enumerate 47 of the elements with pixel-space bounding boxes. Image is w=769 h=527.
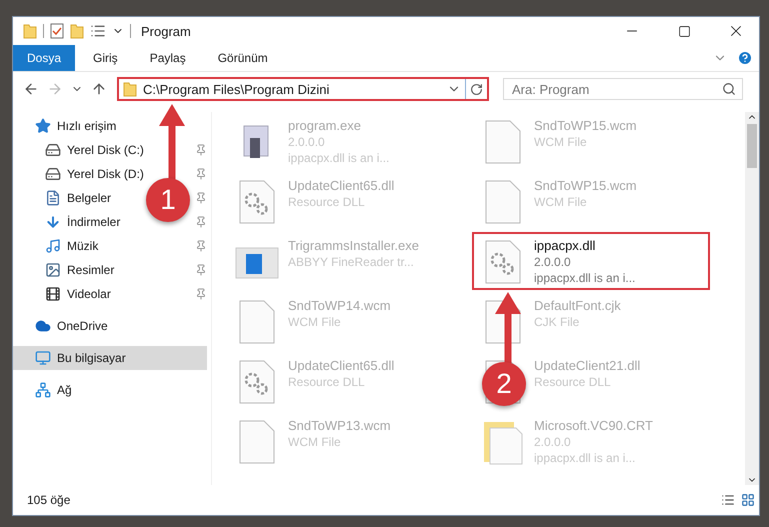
nav-item[interactable]: Hızlı erişim — [13, 114, 122, 138]
search-icon[interactable] — [722, 82, 736, 96]
drive-icon — [45, 166, 61, 182]
nav-item[interactable]: Bu bilgisayar — [13, 346, 207, 370]
refresh-icon[interactable] — [470, 82, 483, 96]
scroll-thumb[interactable] — [747, 124, 757, 168]
pin-icon[interactable] — [195, 240, 207, 252]
large-icons-view-icon[interactable] — [741, 493, 755, 507]
cloud-icon — [35, 318, 51, 334]
nav-item[interactable]: Belgeler — [13, 186, 118, 210]
ribbon-tab[interactable]: Görünüm — [204, 45, 282, 71]
pin-icon[interactable] — [195, 192, 207, 204]
search-box[interactable]: Ara: Program — [503, 78, 743, 100]
network-icon — [35, 382, 51, 398]
pin-icon[interactable] — [195, 168, 207, 180]
monitor-icon — [35, 350, 51, 366]
drive-icon — [45, 142, 61, 158]
nav-item[interactable]: Resimler — [13, 258, 120, 282]
picture-icon — [45, 262, 61, 278]
pin-icon[interactable] — [195, 216, 207, 228]
window-title: Program — [141, 24, 192, 38]
ribbon-tab[interactable]: Dosya — [13, 45, 76, 71]
film-icon — [45, 286, 61, 302]
star-icon — [35, 118, 51, 134]
pin-icon[interactable] — [195, 144, 207, 156]
pin-icon[interactable] — [195, 288, 207, 300]
details-view-icon[interactable] — [721, 493, 735, 507]
nav-item[interactable]: Ağ — [13, 378, 78, 402]
ribbon-tab[interactable]: Paylaş — [136, 45, 200, 71]
checklist-icon[interactable] — [50, 23, 64, 39]
file-item[interactable]: ippacpx.dll 2.0.0.0 ippacpx.dll is an i... — [472, 232, 710, 290]
scrollbar[interactable] — [745, 112, 759, 485]
music-note-icon — [45, 238, 61, 254]
address-bar[interactable]: C:\Program Files\Program Dizini — [117, 77, 489, 101]
ribbon-tab[interactable]: Giriş — [79, 45, 132, 71]
nav-item[interactable]: Müzik — [13, 234, 104, 258]
nav-item[interactable]: İndirmeler — [13, 210, 126, 234]
help-icon[interactable] — [737, 50, 753, 66]
folder-icon — [123, 81, 137, 97]
item-count: 105 öğe — [27, 493, 72, 507]
maximize-icon[interactable] — [678, 24, 690, 38]
properties-icon[interactable] — [90, 23, 106, 39]
document-icon — [45, 190, 61, 206]
nav-item[interactable]: Yerel Disk (C:) — [13, 138, 150, 162]
nav-item[interactable]: Videolar — [13, 282, 117, 306]
nav-item[interactable]: OneDrive — [13, 314, 114, 338]
pin-icon[interactable] — [195, 264, 207, 276]
